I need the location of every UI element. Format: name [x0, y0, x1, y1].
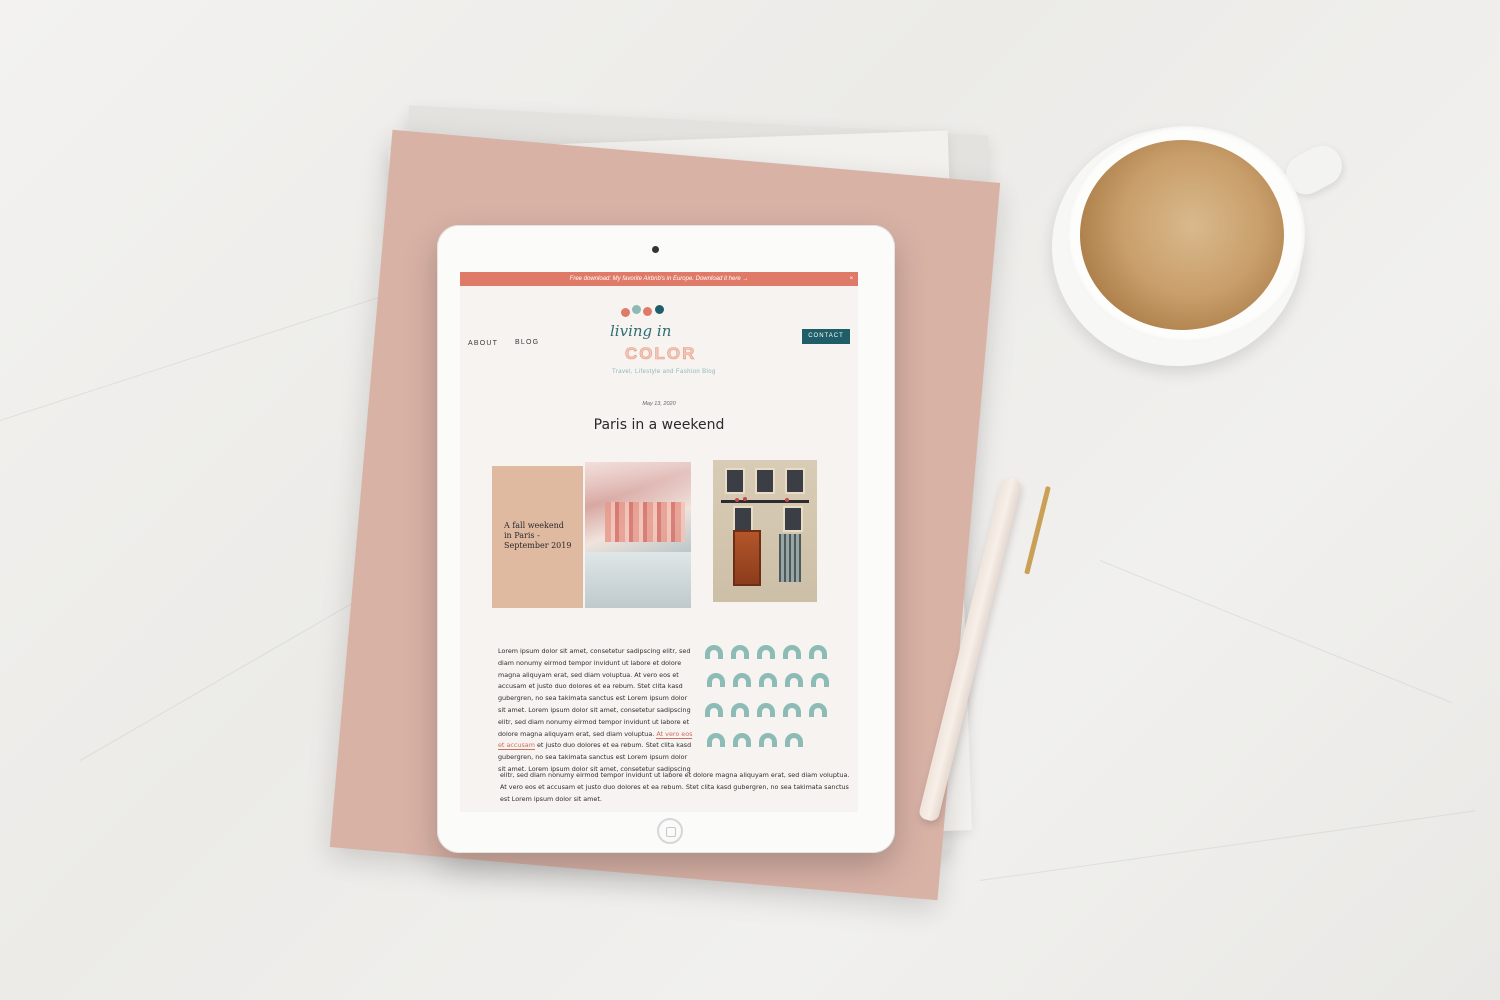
arch-shape	[707, 733, 725, 747]
post-body: Lorem ipsum dolor sit amet, consetetur s…	[498, 646, 696, 776]
iron-gate	[779, 534, 801, 582]
arch-shape	[759, 673, 777, 687]
post-title: Paris in a weekend	[593, 417, 725, 433]
arch-shape	[705, 703, 723, 717]
logo-dot	[643, 307, 652, 316]
arch-shape	[785, 673, 803, 687]
post-body-continued: elitr, sed diam nonumy eirmod tempor inv…	[500, 771, 850, 803]
arch-shape	[809, 645, 827, 659]
window	[783, 506, 803, 532]
window	[725, 468, 745, 494]
tablet-screen: Free download: My favorite Airbnb's in E…	[460, 272, 858, 812]
arch-shape	[783, 645, 801, 659]
patisserie-photo	[585, 462, 691, 608]
arch-shape	[707, 673, 725, 687]
marble-vein	[980, 810, 1476, 881]
announcement-bar[interactable]: Free download: My favorite Airbnb's in E…	[460, 272, 858, 286]
pastry-display	[605, 502, 685, 542]
arch-shape	[733, 673, 751, 687]
window	[733, 506, 753, 532]
logo-tagline: Travel, Lifestyle and Fashion Blog	[612, 369, 716, 375]
logo-script[interactable]: living in	[610, 322, 671, 340]
nav-about[interactable]: ABOUT	[468, 340, 498, 347]
marble-vein	[0, 290, 400, 421]
arch-shape	[733, 733, 751, 747]
contact-button[interactable]: CONTACT	[802, 329, 850, 344]
window	[785, 468, 805, 494]
logo-dots	[613, 305, 673, 319]
coffee	[1080, 140, 1284, 330]
tablet-camera	[652, 246, 659, 253]
window	[755, 468, 775, 494]
flower	[735, 498, 739, 502]
arch-shape	[809, 703, 827, 717]
arch-shape	[811, 673, 829, 687]
pen-clip	[1024, 486, 1051, 575]
arch-shape	[783, 703, 801, 717]
arch-shape	[731, 645, 749, 659]
paris-building-photo	[713, 460, 817, 602]
logo-dot	[621, 308, 630, 317]
arch-shape	[705, 645, 723, 659]
arch-shape	[731, 703, 749, 717]
arch-shape	[759, 733, 777, 747]
logo-dot	[632, 305, 641, 314]
marble-vein	[1099, 560, 1453, 704]
body-text: Lorem ipsum dolor sit amet, consetetur s…	[498, 647, 691, 738]
arch-shape	[785, 733, 803, 747]
counter	[585, 552, 691, 608]
arch-shape	[757, 645, 775, 659]
arch-shape	[757, 703, 775, 717]
card-text: A fall weekend in Paris - September 2019	[504, 521, 572, 550]
arch-pattern	[705, 645, 835, 755]
nav-blog[interactable]: BLOG	[515, 339, 539, 346]
featured-card: A fall weekend in Paris - September 2019	[492, 466, 583, 608]
close-icon[interactable]: ×	[849, 272, 853, 286]
logo-dot	[655, 305, 664, 314]
announcement-text[interactable]: Free download: My favorite Airbnb's in E…	[570, 276, 749, 282]
flower	[743, 497, 747, 501]
logo-word[interactable]: COLOR	[625, 344, 696, 364]
flower	[785, 498, 789, 502]
wooden-door	[733, 530, 761, 586]
post-date: May 13, 2020	[642, 401, 676, 407]
home-button[interactable]	[657, 818, 683, 844]
